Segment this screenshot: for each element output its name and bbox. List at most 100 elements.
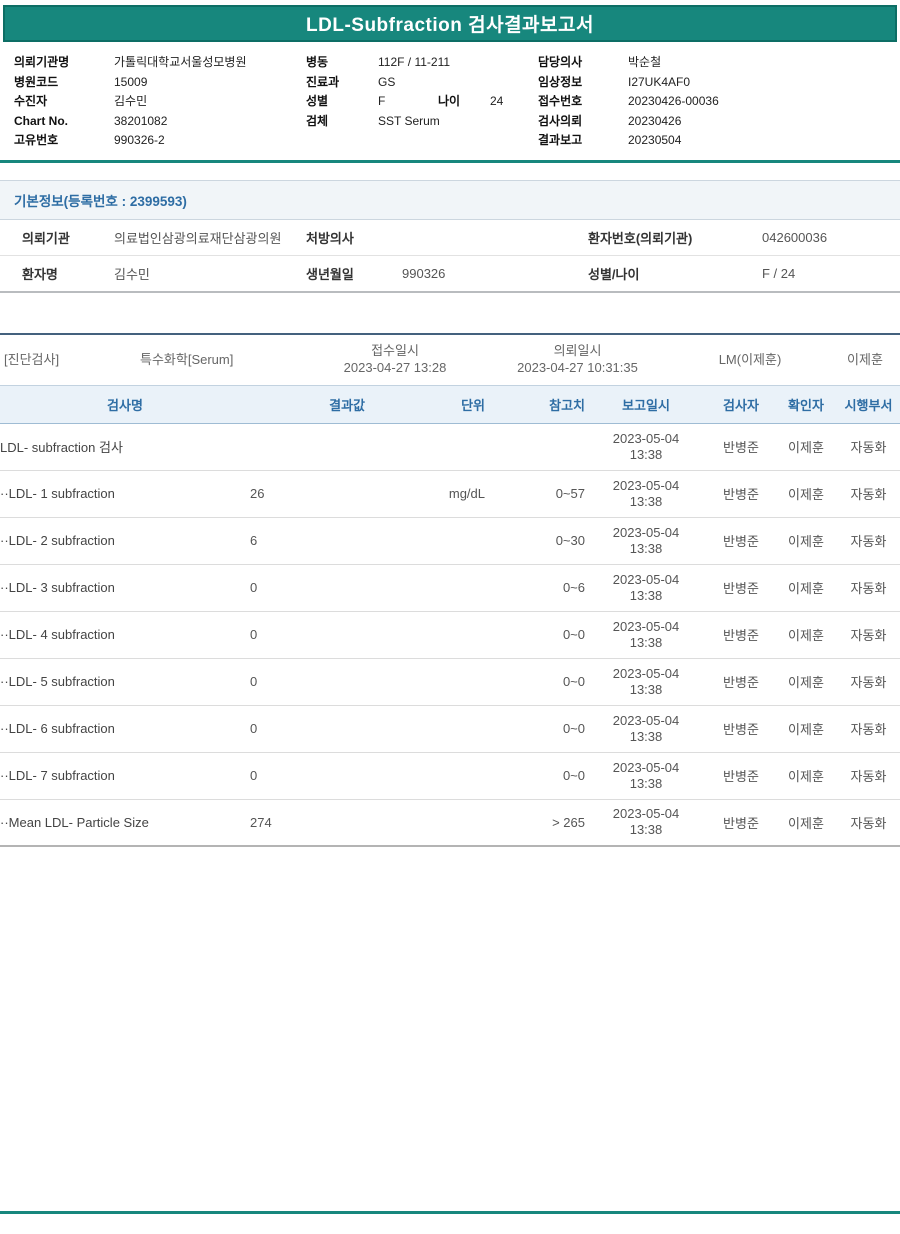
field-value: 박순철 (628, 53, 661, 73)
tester-name: 반병준 (707, 799, 775, 846)
field-value: 20230504 (628, 131, 681, 151)
result-row: ··Mean LDL- Particle Size 274 > 265 2023… (0, 799, 900, 846)
confirmer-name: 이제훈 (775, 799, 837, 846)
test-name: ··LDL- 4 subfraction (0, 611, 250, 658)
tester-name: 반병준 (707, 658, 775, 705)
reference-range (485, 423, 585, 470)
confirmer-name: 이제훈 (775, 517, 837, 564)
order-receipt-datetime: 접수일시 2023-04-27 13:28 (305, 342, 485, 376)
reference-range: 0~57 (485, 470, 585, 517)
field-receipt-no: 접수번호 20230426-00036 (538, 92, 888, 112)
header-unit: 단위 (365, 386, 485, 424)
report-time: 13:38 (585, 447, 707, 463)
result-row: ··LDL- 7 subfraction 0 0~0 2023-05-04 13… (0, 752, 900, 799)
tester-name: 반병준 (707, 611, 775, 658)
value-prescribing-doctor (396, 220, 582, 256)
result-value: 0 (250, 564, 365, 611)
field-value: GS (378, 73, 395, 93)
field-order-date: 검사의뢰 20230426 (538, 112, 888, 132)
performing-dept: 자동화 (837, 799, 900, 846)
tester-name: 반병준 (707, 517, 775, 564)
test-name: LDL- subfraction 검사 (0, 423, 250, 470)
field-hospital-code: 병원코드 15009 (14, 73, 306, 93)
patient-header-col-middle: 병동 112F / 11-211 진료과 GS 성별 F 나이 24 검체 SS… (306, 53, 538, 151)
field-value: F (378, 92, 438, 112)
results-table: 검사명 결과값 단위 참고치 보고일시 검사자 확인자 시행부서 LDL- su… (0, 386, 900, 848)
report-time: 13:38 (585, 729, 707, 745)
field-ward: 병동 112F / 11-211 (306, 53, 538, 73)
test-name: ··LDL- 3 subfraction (0, 564, 250, 611)
confirmer-name: 이제훈 (775, 564, 837, 611)
field-sex-age: 성별 F 나이 24 (306, 92, 538, 112)
label-prescribing-doctor: 처방의사 (300, 220, 396, 256)
report-datetime: 2023-05-04 13:38 (585, 611, 707, 658)
tester-name: 반병준 (707, 470, 775, 517)
test-name: ··LDL- 7 subfraction (0, 752, 250, 799)
report-time: 13:38 (585, 776, 707, 792)
header-confirmer: 확인자 (775, 386, 837, 424)
basic-info-title: 기본정보(등록번호 : 2399593) (14, 194, 187, 209)
result-value: 0 (250, 705, 365, 752)
basic-info-section-header: 기본정보(등록번호 : 2399593) (0, 180, 900, 220)
results-header-row: 검사명 결과값 단위 참고치 보고일시 검사자 확인자 시행부서 (0, 386, 900, 424)
reference-range: 0~0 (485, 752, 585, 799)
label-sex-age: 성별/나이 (582, 255, 744, 292)
receipt-value: 2023-04-27 13:28 (305, 359, 485, 376)
field-value: 15009 (114, 73, 147, 93)
report-time: 13:38 (585, 494, 707, 510)
reference-range: 0~0 (485, 658, 585, 705)
field-value: 김수민 (114, 92, 147, 112)
report-datetime: 2023-05-04 13:38 (585, 470, 707, 517)
result-row: ··LDL- 6 subfraction 0 0~0 2023-05-04 13… (0, 705, 900, 752)
field-label: 검체 (306, 112, 378, 132)
value-birth-date: 990326 (396, 255, 582, 292)
result-value: 0 (250, 752, 365, 799)
results-section: [진단검사] 특수화학[Serum] 접수일시 2023-04-27 13:28… (0, 333, 900, 848)
report-time: 13:38 (585, 682, 707, 698)
value-patient-name: 김수민 (108, 255, 300, 292)
reference-range: 0~6 (485, 564, 585, 611)
report-date: 2023-05-04 (585, 478, 707, 494)
order-dept: [진단검사] (0, 349, 135, 368)
label-patient-no: 환자번호(의뢰기관) (582, 220, 744, 256)
test-name: ··LDL- 1 subfraction (0, 470, 250, 517)
order-test-group: 특수화학[Serum] (135, 349, 305, 368)
value-sex-age: F / 24 (744, 255, 900, 292)
test-name: ··Mean LDL- Particle Size (0, 799, 250, 846)
test-name: ··LDL- 5 subfraction (0, 658, 250, 705)
report-time: 13:38 (585, 635, 707, 651)
test-name: ··LDL- 6 subfraction (0, 705, 250, 752)
report-time: 13:38 (585, 541, 707, 557)
field-label: 접수번호 (538, 92, 628, 112)
performing-dept: 자동화 (837, 423, 900, 470)
field-value: 112F / 11-211 (378, 53, 450, 73)
result-value: 0 (250, 658, 365, 705)
performing-dept: 자동화 (837, 705, 900, 752)
field-specimen: 검체 SST Serum (306, 112, 538, 132)
report-datetime: 2023-05-04 13:38 (585, 799, 707, 846)
result-row: ··LDL- 4 subfraction 0 0~0 2023-05-04 13… (0, 611, 900, 658)
result-value: 6 (250, 517, 365, 564)
performing-dept: 자동화 (837, 517, 900, 564)
reference-range: 0~30 (485, 517, 585, 564)
test-name: ··LDL- 2 subfraction (0, 517, 250, 564)
field-label: 성별 (306, 92, 378, 112)
field-value-age: 24 (490, 92, 503, 112)
report-date: 2023-05-04 (585, 806, 707, 822)
report-date: 2023-05-04 (585, 713, 707, 729)
field-label: 임상정보 (538, 73, 628, 93)
performing-dept: 자동화 (837, 564, 900, 611)
performing-dept: 자동화 (837, 658, 900, 705)
field-doctor: 담당의사 박순철 (538, 53, 888, 73)
request-value: 2023-04-27 10:31:35 (485, 359, 670, 376)
header-test-name: 검사명 (0, 386, 250, 424)
report-datetime: 2023-05-04 13:38 (585, 423, 707, 470)
label-birth-date: 생년월일 (300, 255, 396, 292)
order-request-datetime: 의뢰일시 2023-04-27 10:31:35 (485, 342, 670, 376)
field-examinee: 수진자 김수민 (14, 92, 306, 112)
field-label: Chart No. (14, 112, 114, 132)
field-label: 결과보고 (538, 131, 628, 151)
result-value: 0 (250, 611, 365, 658)
report-time: 13:38 (585, 588, 707, 604)
result-row: LDL- subfraction 검사 2023-05-04 13:38 반병준… (0, 423, 900, 470)
